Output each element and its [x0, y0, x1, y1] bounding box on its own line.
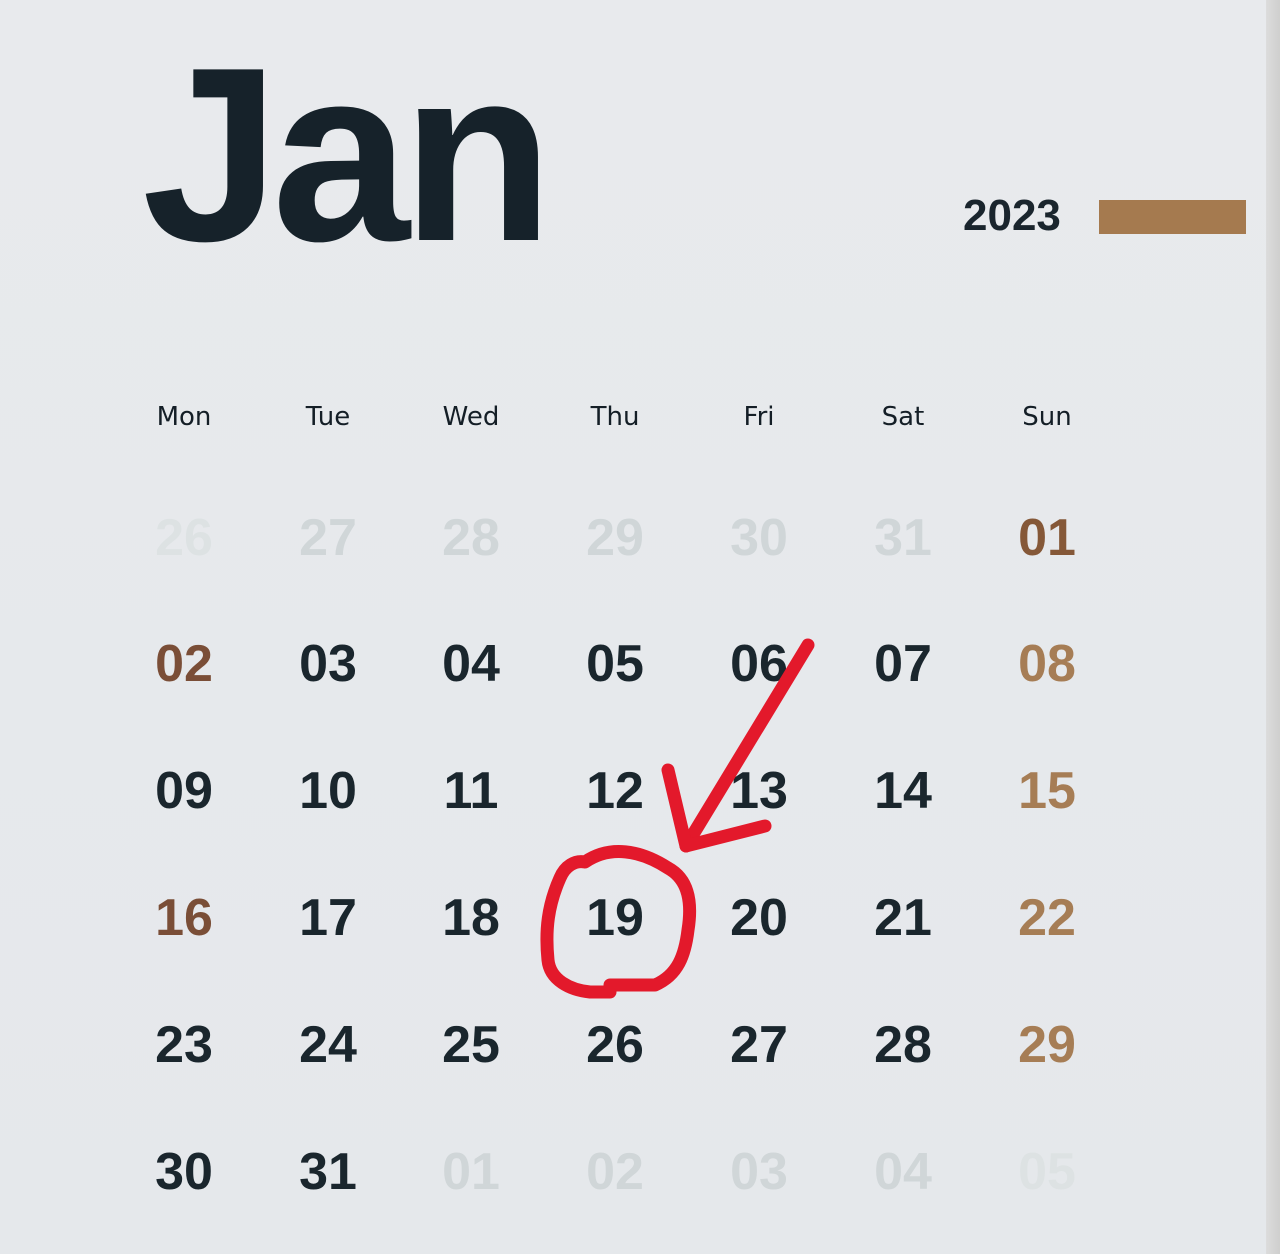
- day-cell: 28: [874, 1016, 932, 1074]
- day-cell: 17: [299, 889, 357, 947]
- weekday-fri: Fri: [743, 402, 775, 432]
- day-cell: 26: [586, 1016, 644, 1074]
- month-title: Jan: [142, 15, 553, 293]
- day-cell: 24: [299, 1016, 357, 1074]
- weekday-mon: Mon: [156, 402, 212, 432]
- day-cell: 08: [1018, 635, 1076, 693]
- weekday-thu: Thu: [590, 402, 640, 432]
- day-cell: 30: [155, 1143, 213, 1201]
- day-cell: 27: [299, 509, 357, 567]
- day-cell-circled: 19: [586, 889, 644, 947]
- day-cell: 31: [874, 509, 932, 567]
- day-cell: 07: [874, 635, 932, 693]
- day-cell: 31: [299, 1143, 357, 1201]
- day-cell: 02: [586, 1143, 644, 1201]
- day-cell: 05: [586, 635, 644, 693]
- day-cell: 12: [586, 762, 644, 820]
- day-cell: 13: [730, 762, 788, 820]
- weekday-tue: Tue: [305, 402, 351, 432]
- weekday-sat: Sat: [881, 402, 925, 432]
- page-edge: [1266, 0, 1280, 1254]
- day-cell: 16: [155, 889, 213, 947]
- weekday-wed: Wed: [442, 402, 500, 432]
- day-cell: 03: [730, 1143, 788, 1201]
- day-cell: 21: [874, 889, 932, 947]
- day-cell: 22: [1018, 889, 1076, 947]
- day-cell: 30: [730, 509, 788, 567]
- day-cell: 25: [442, 1016, 500, 1074]
- day-cell: 29: [1018, 1016, 1076, 1074]
- day-cell: 04: [874, 1143, 932, 1201]
- day-cell: 03: [299, 635, 357, 693]
- day-cell: 09: [155, 762, 213, 820]
- day-cell: 23: [155, 1016, 213, 1074]
- day-cell: 01: [1018, 509, 1076, 567]
- day-cell: 26: [155, 509, 213, 567]
- day-cell: 15: [1018, 762, 1076, 820]
- day-cell: 10: [299, 762, 357, 820]
- day-cell: 20: [730, 889, 788, 947]
- day-cell: 06: [730, 635, 788, 693]
- day-cell: 04: [442, 635, 500, 693]
- year-accent-bar: [1099, 200, 1246, 234]
- day-cell: 02: [155, 635, 213, 693]
- day-cell: 05: [1018, 1143, 1076, 1201]
- day-cell: 18: [442, 889, 500, 947]
- day-cell: 27: [730, 1016, 788, 1074]
- day-cell: 28: [442, 509, 500, 567]
- day-cell: 14: [874, 762, 932, 820]
- year-label: 2023: [963, 191, 1061, 240]
- day-cell: 29: [586, 509, 644, 567]
- day-cell: 11: [443, 762, 499, 820]
- weekday-sun: Sun: [1022, 402, 1072, 432]
- day-cell: 01: [442, 1143, 500, 1201]
